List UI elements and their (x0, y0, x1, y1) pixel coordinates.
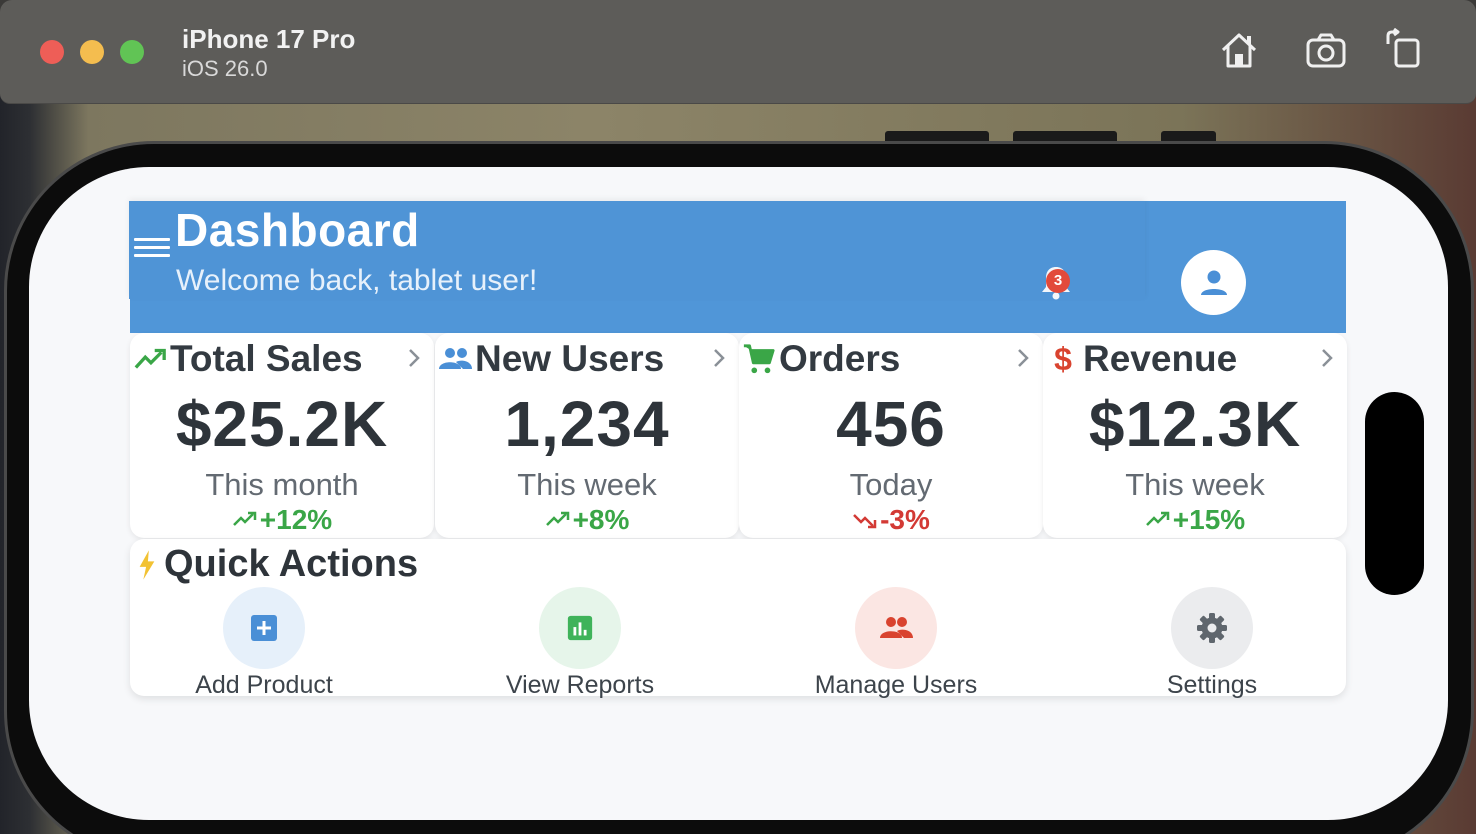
trending-up-icon (132, 341, 168, 377)
welcome-subtitle: Welcome back, tablet user! (176, 264, 538, 297)
stat-period: This week (1125, 467, 1265, 502)
gear-icon (1171, 587, 1253, 669)
user-avatar-button[interactable] (1181, 250, 1246, 315)
stat-value: 456 (836, 388, 946, 460)
rotate-icon[interactable] (1382, 27, 1426, 72)
quick-action-label: Add Product (195, 671, 333, 699)
bar-chart-icon (539, 587, 621, 669)
stat-title: New Users (475, 338, 665, 379)
home-icon[interactable] (1217, 28, 1261, 72)
quick-actions-title: Quick Actions (164, 543, 419, 585)
quick-action-label: View Reports (505, 671, 655, 699)
stat-value: 1,234 (504, 388, 670, 460)
person-icon (1200, 270, 1227, 295)
add-product-button[interactable]: Add Product (164, 587, 364, 700)
screenshot-icon[interactable] (1304, 28, 1348, 72)
people-icon (437, 341, 473, 377)
device-screen: Dashboard Welcome back, tablet user! 3 T… (29, 167, 1448, 820)
stat-value: $12.3K (1088, 388, 1302, 460)
simulator-titlebar: iPhone 17 Pro iOS 26.0 (0, 0, 1476, 104)
zoom-window-button[interactable] (120, 40, 144, 64)
page-title: Dashboard (175, 204, 420, 256)
quick-actions-panel: Quick Actions Add Product View Reports M… (130, 539, 1346, 699)
dollar-icon: $ (1054, 340, 1072, 377)
stat-change-value: +12% (259, 504, 333, 535)
stat-period: This month (205, 467, 359, 502)
stat-card-total-sales[interactable]: Total Sales $25.2K This month +12% (130, 333, 434, 538)
stat-change: +12% (130, 504, 434, 536)
trend-down-icon (853, 514, 877, 529)
stat-change-value: +15% (1172, 504, 1246, 535)
chevron-right-icon (406, 347, 422, 369)
people-icon (855, 587, 937, 669)
chevron-right-icon (711, 347, 727, 369)
manage-users-button[interactable]: Manage Users (796, 587, 996, 700)
settings-button[interactable]: Settings (1112, 587, 1312, 700)
lightning-icon (139, 549, 155, 580)
stat-card-new-users[interactable]: New Users 1,234 This week +8% (435, 333, 739, 538)
minimize-window-button[interactable] (80, 40, 104, 64)
stat-card-orders[interactable]: Orders 456 Today -3% (739, 333, 1043, 538)
view-reports-button[interactable]: View Reports (480, 587, 680, 700)
cart-icon (741, 341, 777, 377)
stat-change: +15% (1043, 504, 1347, 536)
stat-period: This week (517, 467, 657, 502)
close-window-button[interactable] (40, 40, 64, 64)
stat-period: Today (849, 467, 933, 502)
dynamic-island (1365, 392, 1424, 595)
menu-icon[interactable] (134, 238, 170, 264)
chevron-right-icon (1015, 347, 1031, 369)
device-os-version: iOS 26.0 (182, 56, 268, 81)
stat-change: -3% (739, 504, 1043, 536)
stat-change-value: +8% (572, 504, 630, 535)
notification-badge: 3 (1046, 269, 1070, 293)
trend-up-icon (1145, 511, 1170, 526)
device-name: iPhone 17 Pro (182, 24, 356, 54)
stat-value: $25.2K (175, 388, 389, 460)
stat-title: Revenue (1083, 338, 1238, 379)
stat-title: Orders (779, 338, 901, 379)
stat-change-value: -3% (880, 504, 930, 535)
stat-title: Total Sales (170, 338, 363, 379)
stat-card-revenue[interactable]: $ Revenue $12.3K This week +15% (1043, 333, 1347, 538)
quick-action-label: Manage Users (814, 671, 978, 699)
quick-action-label: Settings (1166, 671, 1258, 699)
add-box-icon (223, 587, 305, 669)
chevron-right-icon (1319, 347, 1335, 369)
trend-up-icon (545, 511, 569, 526)
stat-change: +8% (435, 504, 739, 536)
trend-up-icon (232, 511, 257, 526)
